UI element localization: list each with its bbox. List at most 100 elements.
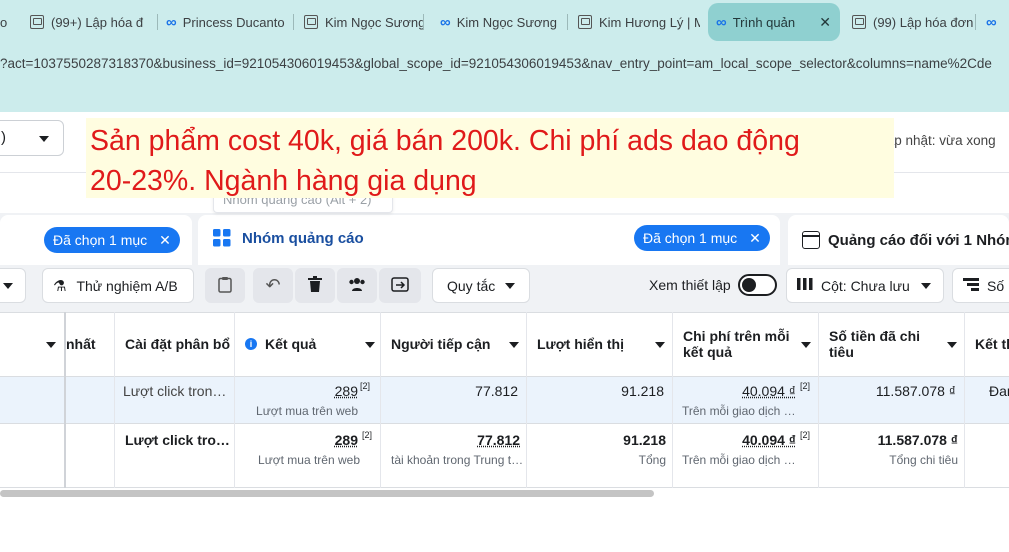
tab-ads[interactable]: Quảng cáo đối với 1 Nhóm — [788, 215, 1009, 265]
browser-tab-strip: o (99+) Lập hóa đ ∞ Princess Ducanto Kim… — [0, 0, 1009, 46]
column-header-setting[interactable]: Cài đặt phân bổ — [125, 312, 233, 376]
meta-icon: ∞ — [440, 13, 451, 31]
cell-amount-spent: 11.587.078 ₫ — [875, 383, 956, 399]
columns-button[interactable]: Cột: Chưa lưu — [786, 268, 944, 303]
people-icon — [348, 277, 366, 294]
tab-label: Trình quản — [732, 14, 796, 30]
view-setup-toggle[interactable] — [738, 274, 777, 296]
cell-results[interactable]: 289 — [240, 383, 358, 399]
cell-results[interactable]: 289 — [240, 432, 358, 448]
cell-reach[interactable]: 77.812 — [386, 432, 520, 448]
page-icon — [30, 15, 44, 29]
url-text: ?act=1037550287318370&business_id=921054… — [0, 56, 992, 71]
tab-trinh-quan-ly[interactable]: ∞ Trình quản ✕ — [708, 3, 840, 41]
cell-cost-per-result[interactable]: 40.094 ₫ — [678, 383, 796, 399]
tab-lap-hoa-don-2[interactable]: (99) Lập hóa đơn — [852, 8, 976, 36]
column-header-label: Kết th — [975, 336, 1009, 352]
selected-pill[interactable]: Đã chọn 1 mục ✕ — [634, 225, 770, 251]
tab-ad-sets[interactable]: Nhóm quảng cáo Đã chọn 1 mục ✕ — [198, 215, 780, 265]
selected-count: Đã chọn 1 mục — [643, 230, 738, 246]
tab-kim-ngoc-suong[interactable]: Kim Ngọc Sương — [304, 8, 424, 36]
info-icon[interactable]: i — [245, 338, 257, 350]
ab-test-button[interactable]: ⚗ Thử nghiệm A/B — [42, 268, 194, 303]
address-bar[interactable]: ?act=1037550287318370&business_id=921054… — [0, 46, 1009, 82]
sort-caret-icon — [801, 342, 811, 348]
tab-partial-meta[interactable]: ∞ — [986, 8, 1009, 36]
column-header-impressions[interactable]: Lượt hiển thị — [537, 312, 671, 376]
chevron-down-icon — [39, 136, 49, 142]
dropdown-button[interactable] — [0, 268, 26, 303]
tab-label: Nhóm quảng cáo — [242, 230, 364, 247]
tab-label: (99) Lập hóa đơn — [873, 14, 974, 30]
breakdown-button[interactable]: Số — [952, 268, 1009, 303]
column-header-label: Người tiếp cận — [391, 336, 491, 352]
tab-label: Princess Ducanto — [182, 14, 285, 30]
cell-setting: Lượt click tro… — [125, 432, 230, 448]
column-header-cost-per-result[interactable]: Chi phí trên mỗi kết quả — [683, 312, 817, 376]
audience-button[interactable] — [337, 268, 377, 303]
column-header-end[interactable]: Kết th — [975, 312, 1009, 376]
cell-impressions-sub: Tổng — [638, 453, 666, 467]
tab-lap-hoa-don[interactable]: (99+) Lập hóa đ — [30, 8, 158, 36]
undo-button[interactable]: ↶ — [253, 268, 293, 303]
tab-kim-huong-ly[interactable]: Kim Hương Lý | M — [578, 8, 700, 36]
column-header-label: Lượt hiển thị — [537, 336, 624, 352]
page-icon — [852, 15, 866, 29]
annotation-note: Sản phẩm cost 40k, giá bán 200k. Chi phí… — [86, 118, 894, 198]
column-header-amount-spent[interactable]: Số tiền đã chi tiêu — [829, 312, 963, 376]
cell-end: Đan — [989, 383, 1009, 399]
columns-label: Cột: Chưa lưu — [821, 277, 910, 294]
cell-amount-spent-sub: Tổng chi tiêu — [889, 453, 958, 467]
tab-label: (99+) Lập hóa đ — [51, 14, 144, 30]
cell-results-footnote: [2] — [362, 430, 373, 440]
tab-label: Kim Hương Lý | M — [599, 14, 700, 30]
clipboard-icon — [218, 276, 232, 296]
meta-icon: ∞ — [986, 13, 997, 31]
cell-impressions: 91.218 — [621, 383, 664, 399]
column-header-results[interactable]: i Kết quả — [245, 312, 379, 376]
tab-label: o — [0, 14, 8, 30]
column-header-reach[interactable]: Người tiếp cận — [391, 312, 525, 376]
columns-icon — [797, 277, 813, 294]
delete-button[interactable] — [295, 268, 335, 303]
horizontal-scrollbar[interactable] — [0, 490, 654, 497]
ab-test-label: Thử nghiệm A/B — [76, 277, 178, 294]
duplicate-button[interactable] — [205, 268, 245, 303]
breakdown-label: Số — [987, 277, 1005, 294]
account-selector-value: ) — [1, 129, 6, 146]
account-selector[interactable]: ) — [0, 120, 64, 156]
close-tab-icon[interactable]: ✕ — [819, 14, 831, 31]
close-icon[interactable]: ✕ — [159, 232, 171, 249]
cell-cpr-sub: Trên mỗi giao dịch … — [682, 404, 794, 418]
tab-princess[interactable]: ∞ Princess Ducanto — [166, 8, 294, 36]
tab-partial[interactable]: o — [0, 8, 20, 36]
last-updated-text: cập nhật: vừa xong — [880, 133, 996, 148]
column-header-label: Số tiền đã chi tiêu — [829, 328, 921, 360]
ad-window-icon — [802, 231, 820, 249]
cell-reach: 77.812 — [475, 383, 518, 399]
close-icon[interactable]: ✕ — [749, 230, 761, 247]
column-header-label: Chi phí trên mỗi kết quả — [683, 328, 790, 360]
tab-campaigns[interactable]: Đã chọn 1 mục ✕ — [0, 215, 192, 265]
sort-caret-icon — [509, 342, 519, 348]
cell-results-sub: Lượt mua trên web — [258, 453, 360, 467]
chevron-down-icon — [505, 283, 515, 289]
cell-amount-spent: 11.587.078 ₫ — [877, 432, 958, 448]
selected-pill[interactable]: Đã chọn 1 mục ✕ — [44, 227, 180, 253]
bookmarks-bar — [0, 82, 1009, 112]
share-icon — [391, 276, 409, 295]
column-header-label: Cài đặt phân bổ — [125, 336, 230, 352]
sort-caret-icon[interactable] — [46, 342, 56, 348]
tab-label: Kim Ngọc Sương — [325, 14, 424, 30]
rules-button[interactable]: Quy tắc — [432, 268, 530, 303]
sort-caret-icon — [655, 342, 665, 348]
tab-kim-ngoc-suong-2[interactable]: ∞ Kim Ngọc Sương — [440, 8, 568, 36]
cell-cost-per-result[interactable]: 40.094 ₫ — [678, 432, 796, 448]
cell-results-footnote: [2] — [360, 381, 371, 391]
trash-icon — [308, 276, 322, 295]
column-header-last[interactable]: nhất — [66, 312, 114, 376]
sort-caret-icon — [365, 342, 375, 348]
tab-label: Quảng cáo đối với 1 Nhóm — [828, 232, 1009, 249]
flask-icon: ⚗ — [53, 277, 67, 295]
export-button[interactable] — [379, 268, 421, 303]
